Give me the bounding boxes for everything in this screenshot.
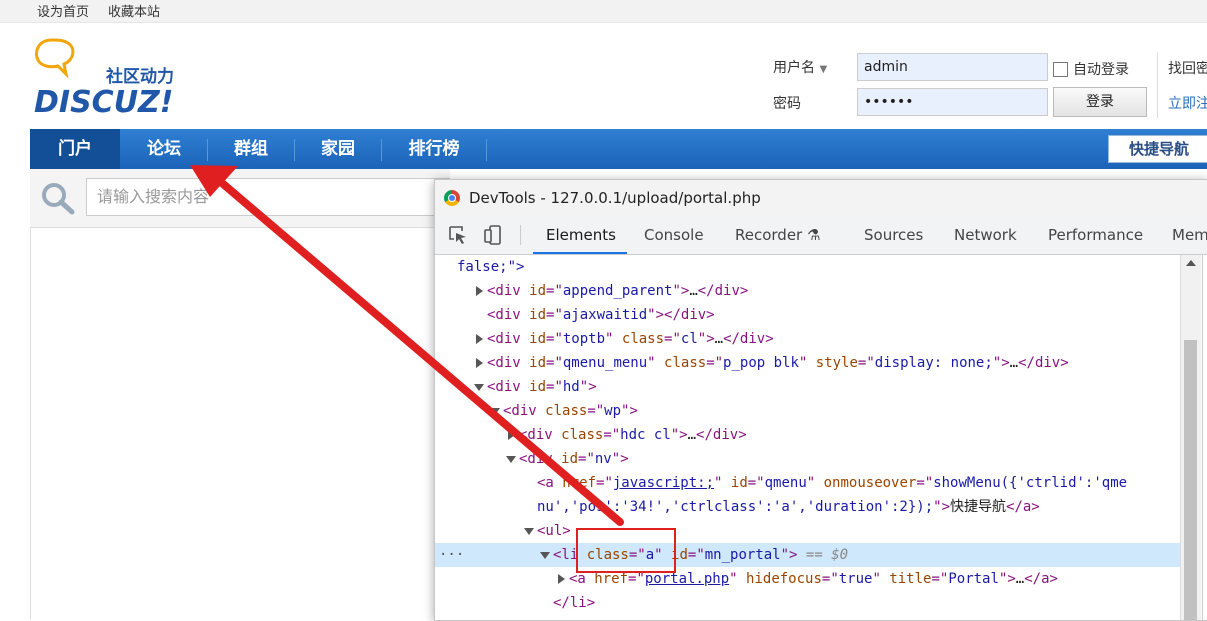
toolbar-divider	[520, 225, 521, 245]
devtools-titlebar: DevTools - 127.0.0.1/upload/portal.php	[435, 180, 1207, 216]
elements-scrollbar[interactable]	[1180, 255, 1201, 620]
expand-arrow-icon[interactable]	[476, 358, 483, 368]
tab-console[interactable]: Console	[644, 216, 704, 254]
dom-line[interactable]: <div id="hd">	[435, 375, 1180, 399]
main-nav: 门户 论坛 群组 家园 排行榜 快捷导航	[30, 129, 1207, 169]
discuz-logo-icon: DISCUZ! 社区动力	[34, 38, 174, 120]
dom-line[interactable]: <a href="javascript:;" id="qmenu" onmous…	[435, 471, 1180, 495]
dom-line[interactable]: </li>	[435, 591, 1180, 615]
nav-item-group[interactable]: 群组	[208, 129, 294, 169]
chrome-icon	[444, 190, 460, 206]
find-password-link[interactable]: 找回密码	[1168, 58, 1207, 78]
dom-line[interactable]: <ul>	[435, 519, 1180, 543]
scroll-thumb[interactable]	[1184, 340, 1197, 620]
collapse-arrow-icon[interactable]	[490, 408, 500, 415]
register-link[interactable]: 立即注册	[1168, 93, 1207, 113]
dom-line-wrap[interactable]: nu','pos':'34!','ctrlclass':'a','duratio…	[435, 495, 1180, 519]
auto-login-label: 自动登录	[1073, 62, 1129, 78]
nav-item-portal[interactable]: 门户	[30, 129, 120, 169]
elements-tree: false;"> <div id="append_parent">…</div>…	[435, 255, 1180, 620]
collapse-arrow-icon[interactable]	[540, 552, 550, 559]
dom-line[interactable]: <a href="portal.php" hidefocus="true" ti…	[435, 567, 1180, 591]
content-border	[30, 227, 31, 619]
styles-pane-edge	[1202, 255, 1207, 620]
collapse-arrow-icon[interactable]	[506, 456, 516, 463]
device-toolbar-icon[interactable]	[483, 225, 503, 245]
dom-line[interactable]: <div id="qmenu_menu" class="p_pop blk" s…	[435, 351, 1180, 375]
dom-line[interactable]: <div class="hdc cl">…</div>	[435, 423, 1180, 447]
search-bar: 请输入搜索内容	[30, 169, 450, 228]
chevron-down-icon[interactable]: ▼	[819, 64, 827, 75]
dom-line[interactable]: <div id="ajaxwaitid"></div>	[435, 303, 1180, 327]
site-logo[interactable]: DISCUZ! 社区动力	[30, 38, 200, 122]
expand-arrow-icon[interactable]	[476, 286, 483, 296]
tab-network[interactable]: Network	[954, 216, 1017, 254]
auto-login-checkbox[interactable]: 自动登录	[1053, 59, 1129, 79]
nav-item-forum[interactable]: 论坛	[120, 129, 208, 169]
logo-tagline: 社区动力	[105, 66, 174, 87]
search-icon[interactable]	[40, 181, 76, 215]
highlight-box	[576, 528, 676, 573]
login-button[interactable]: 登录	[1053, 87, 1147, 117]
dom-line[interactable]: <div class="wp">	[435, 399, 1180, 423]
dom-line[interactable]: <div id="append_parent">…</div>	[435, 279, 1180, 303]
devtools-title: DevTools - 127.0.0.1/upload/portal.php	[469, 189, 761, 207]
password-label: 密码	[773, 96, 801, 112]
set-home-link[interactable]: 设为首页	[37, 1, 89, 20]
nav-item-home[interactable]: 家园	[295, 129, 381, 169]
username-input[interactable]: admin	[857, 53, 1048, 81]
collapse-arrow-icon[interactable]	[474, 384, 484, 391]
scroll-up-icon[interactable]	[1186, 260, 1196, 266]
bookmark-link[interactable]: 收藏本站	[108, 1, 160, 20]
collapse-arrow-icon[interactable]	[524, 528, 534, 535]
expand-arrow-icon[interactable]	[558, 574, 565, 584]
expand-arrow-icon[interactable]	[476, 334, 483, 344]
password-input[interactable]: ••••••	[857, 88, 1048, 116]
dom-line[interactable]: <li id="mn_forum">	[435, 615, 1180, 620]
dom-line-selected[interactable]: ··· <li class="a" id="mn_portal"> == $0	[435, 543, 1180, 567]
checkbox-box[interactable]	[1053, 61, 1068, 77]
top-bar: 设为首页 收藏本站	[0, 0, 1207, 23]
login-divider	[1157, 52, 1158, 118]
flask-icon: ⚗	[807, 226, 821, 244]
dom-line[interactable]: false;">	[435, 255, 1180, 279]
devtools-tabbar: Elements Console Recorder ⚗ Sources Netw…	[435, 216, 1207, 255]
search-input[interactable]: 请输入搜索内容	[86, 178, 450, 216]
tab-sources[interactable]: Sources	[864, 216, 923, 254]
expand-arrow-icon[interactable]	[508, 430, 515, 440]
devtools-window: DevTools - 127.0.0.1/upload/portal.php E…	[434, 179, 1207, 621]
nav-item-ranking[interactable]: 排行榜	[382, 129, 486, 169]
tab-elements[interactable]: Elements	[533, 216, 627, 254]
tab-memory[interactable]: Memory	[1172, 216, 1207, 254]
username-label: 用户名 ▼	[773, 60, 828, 76]
more-options-icon[interactable]: ···	[439, 543, 464, 567]
quick-nav-button[interactable]: 快捷导航	[1108, 135, 1207, 163]
inspect-element-icon[interactable]	[448, 225, 468, 245]
tab-performance[interactable]: Performance	[1048, 216, 1143, 254]
logo-wordmark: DISCUZ!	[34, 85, 173, 120]
tab-recorder[interactable]: Recorder ⚗	[735, 216, 820, 254]
dom-line[interactable]: <div id="toptb" class="cl">…</div>	[435, 327, 1180, 351]
dom-line[interactable]: <div id="nv">	[435, 447, 1180, 471]
nav-divider	[486, 139, 487, 161]
